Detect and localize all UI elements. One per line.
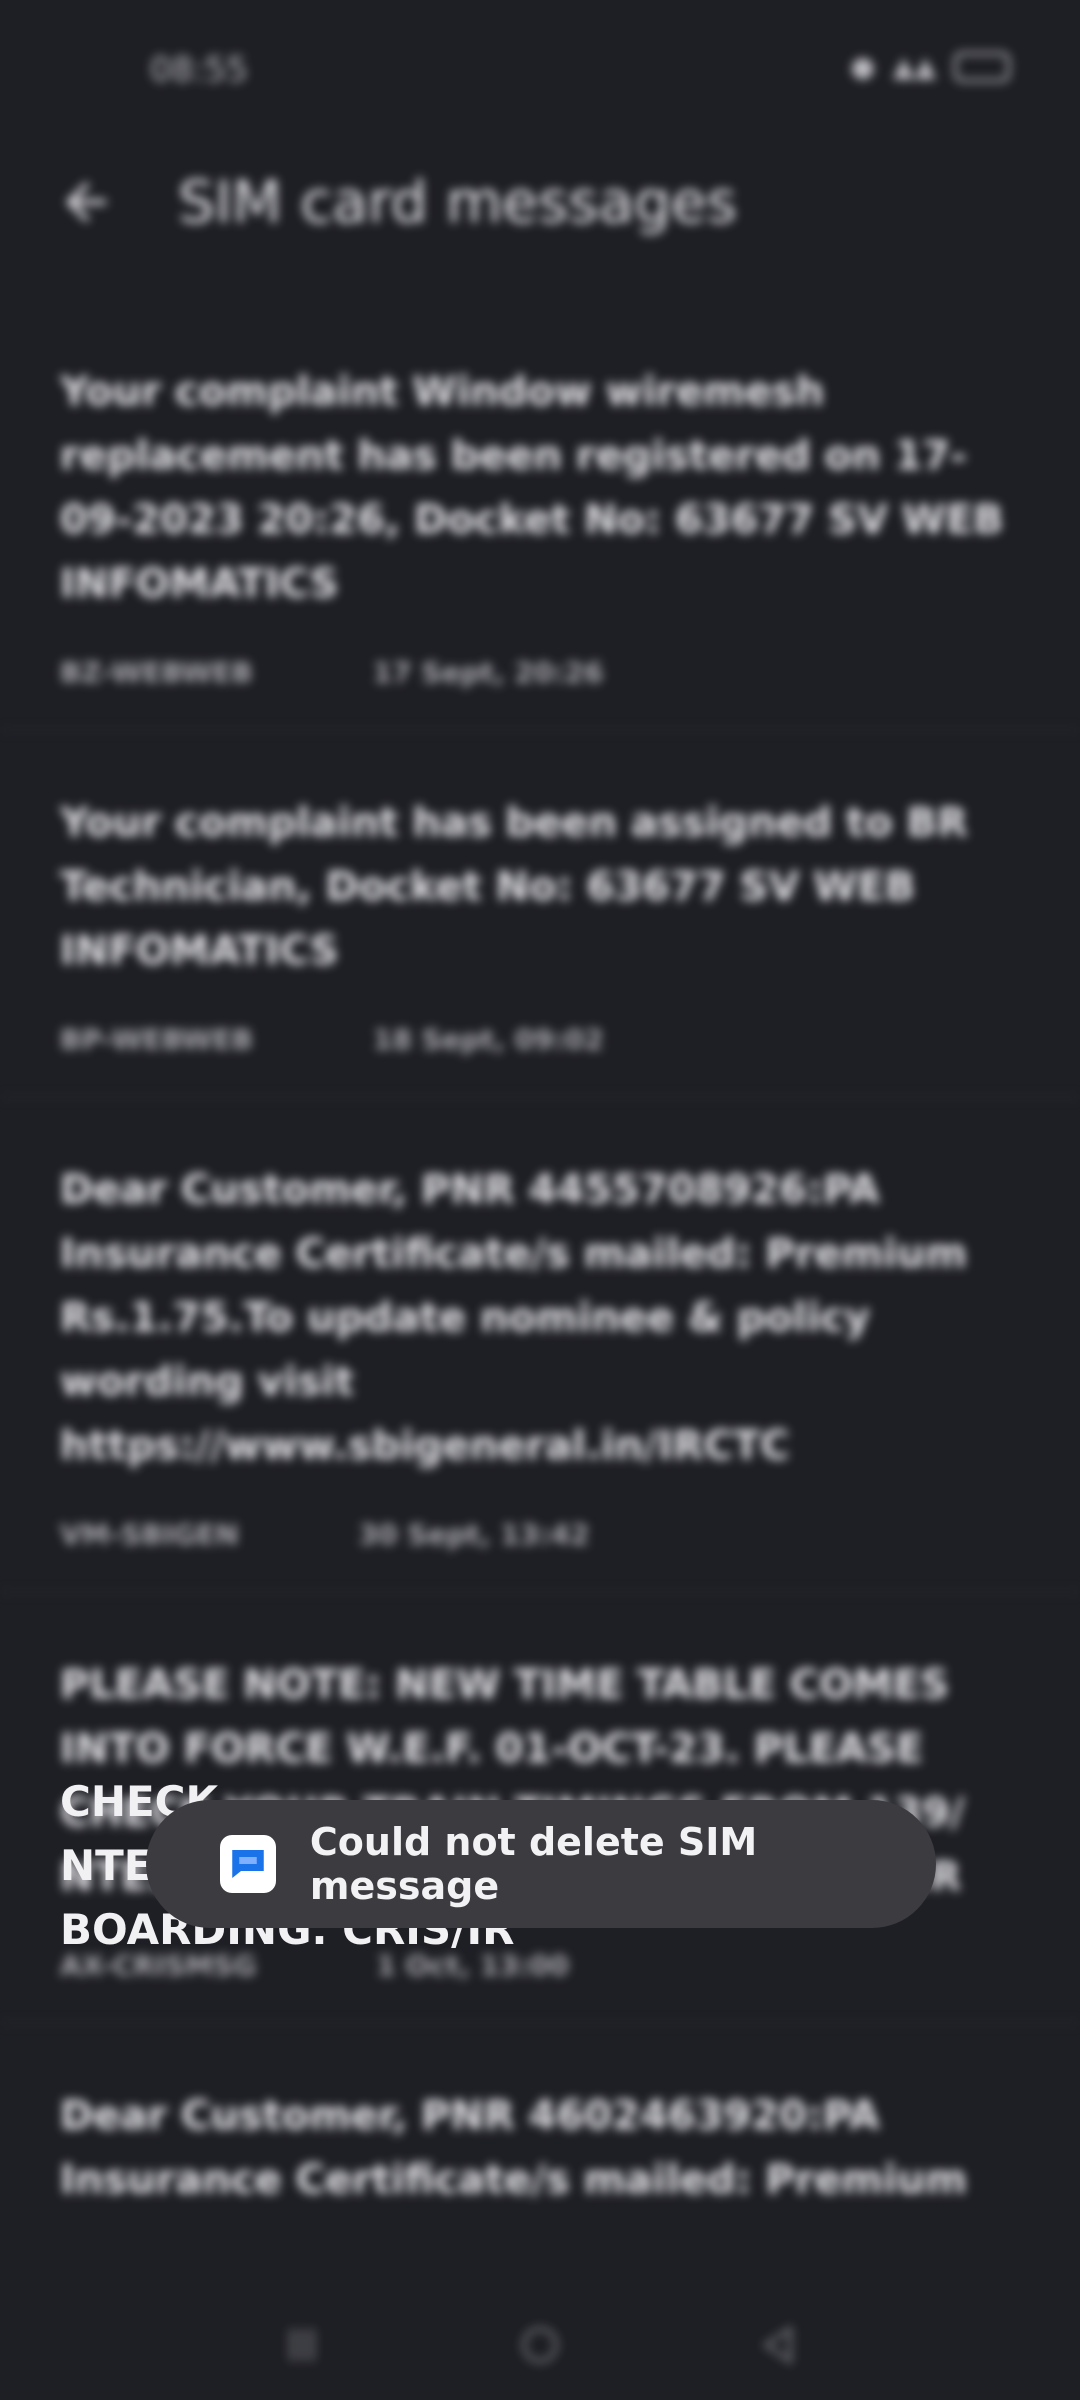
page-title: SIM card messages	[178, 168, 737, 236]
list-item[interactable]: Dear Customer, PNR 4455708926:PA Insuran…	[0, 1098, 1080, 1593]
message-sender: BP-WEBWEB	[60, 1023, 253, 1056]
message-meta: VM-SBIGEN 30 Sept, 13:42	[60, 1518, 1020, 1591]
message-meta: BZ-WEBWEB 17 Sept, 20:26	[60, 656, 1020, 729]
message-time: 30 Sept, 13:42	[358, 1518, 590, 1551]
message-sender: VM-SBIGEN	[60, 1518, 239, 1551]
navigation-bar	[0, 2290, 1080, 2400]
message-time: 17 Sept, 20:26	[372, 656, 604, 689]
message-time: 18 Sept, 09:02	[372, 1023, 604, 1056]
status-time: 08:55	[150, 50, 248, 90]
messages-app-icon	[220, 1835, 276, 1893]
app-bar: SIM card messages	[0, 140, 1080, 270]
message-body: Your complaint Window wiremesh replaceme…	[60, 369, 1004, 607]
list-item[interactable]: Your complaint has been assigned to BR T…	[0, 731, 1080, 1098]
chat-bubble-icon	[232, 1850, 264, 1878]
message-body: Your complaint has been assigned to BR T…	[60, 800, 968, 974]
message-body: Dear Customer, PNR 4455708926:PA Insuran…	[60, 1167, 968, 1469]
network-icon: ▲▲	[892, 50, 936, 83]
battery-icon	[954, 51, 1010, 82]
message-meta: BP-WEBWEB 18 Sept, 09:02	[60, 1023, 1020, 1096]
toast-text: Could not delete SIM message	[309, 1820, 758, 1908]
home-icon[interactable]	[516, 2321, 564, 2369]
alarm-icon: ●	[850, 50, 875, 83]
list-item[interactable]: Dear Customer, PNR 4602463920:PA Insuran…	[0, 2024, 1080, 2212]
message-body: Dear Customer, PNR 4602463920:PA Insuran…	[60, 2093, 968, 2203]
back-nav-icon[interactable]	[754, 2321, 802, 2369]
list-item[interactable]: Your complaint Window wiremesh replaceme…	[0, 300, 1080, 731]
status-bar: 08:55 ● ▲▲	[0, 0, 1080, 140]
back-arrow-icon[interactable]	[56, 172, 116, 232]
status-icons: ● ▲▲	[850, 50, 1010, 83]
toast-notification: Could not delete SIM message	[146, 1800, 936, 1928]
recent-apps-icon[interactable]	[278, 2321, 326, 2369]
message-sender: BZ-WEBWEB	[60, 656, 253, 689]
